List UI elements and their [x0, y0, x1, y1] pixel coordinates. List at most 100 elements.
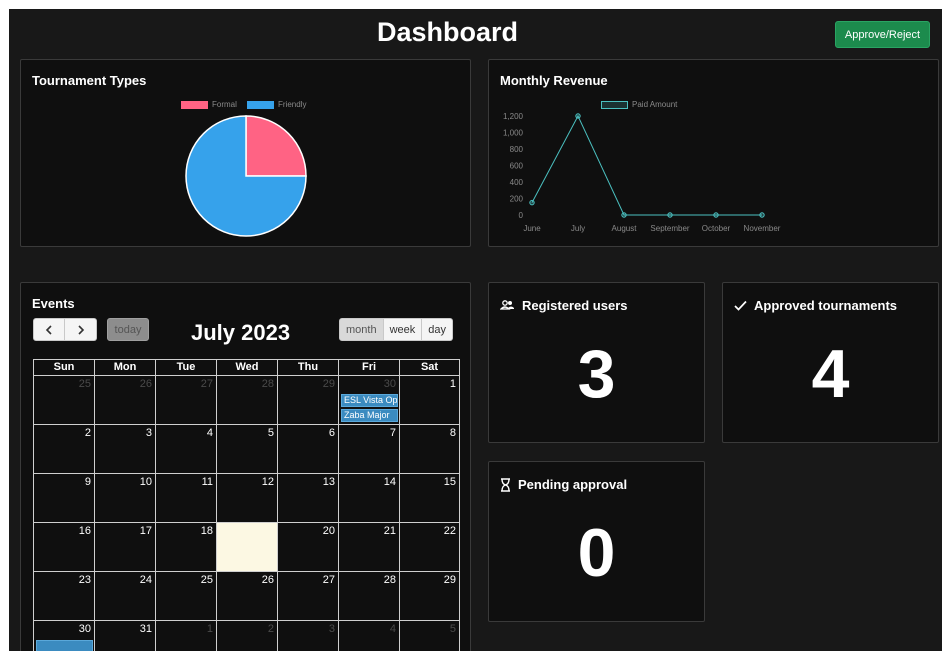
calendar-month-title: July 2023 [191, 320, 291, 345]
data-point[interactable] [759, 212, 765, 218]
calendar-day[interactable]: 7 [338, 425, 399, 474]
calendar-day[interactable]: 18 [155, 523, 216, 572]
calendar-day[interactable]: 27 [155, 376, 216, 425]
calendar-day[interactable]: 12 [216, 474, 277, 523]
day-number: 14 [383, 476, 396, 488]
calendar-day[interactable]: 3 [94, 425, 155, 474]
prev-month-button[interactable] [33, 318, 65, 341]
pending-approval-value: 0 [577, 515, 616, 591]
calendar-day[interactable]: 26 [94, 376, 155, 425]
approve-reject-button[interactable]: Approve/Reject [835, 21, 930, 48]
calendar-day[interactable]: 28 [338, 572, 399, 621]
calendar-week-row: 9 10 11 12 13 14 15 [33, 474, 460, 523]
calendar-day[interactable]: 31 [94, 621, 155, 651]
calendar-day[interactable]: 5 [216, 425, 277, 474]
weekday-header: Tue [155, 359, 216, 376]
weekday-header: Mon [94, 359, 155, 376]
tournament-types-pie [185, 115, 307, 237]
approved-tournaments-label: Approved tournaments [754, 298, 898, 313]
day-number: 2 [267, 623, 274, 635]
day-number: 1 [206, 623, 213, 635]
calendar-day[interactable]: 25 [33, 376, 94, 425]
calendar-day[interactable]: 27 [277, 572, 338, 621]
pending-approval-label: Pending approval [518, 477, 628, 492]
check-icon [734, 300, 747, 311]
data-point[interactable] [667, 212, 673, 218]
calendar-day[interactable]: 5 [399, 621, 460, 651]
day-number: 3 [145, 427, 152, 439]
calendar-day[interactable]: 22 [399, 523, 460, 572]
y-tick-label: 200 [510, 195, 524, 204]
calendar-day[interactable]: 25 [155, 572, 216, 621]
day-number: 5 [449, 623, 456, 635]
calendar-day[interactable]: 4 [155, 425, 216, 474]
calendar-day[interactable]: 11 [155, 474, 216, 523]
calendar-day[interactable]: 21 [338, 523, 399, 572]
pending-approval-heading: Pending approval [500, 477, 627, 492]
y-tick-label: 1,000 [503, 129, 524, 138]
page-title: Dashboard [376, 17, 519, 47]
calendar-day-today[interactable]: 19 [216, 523, 277, 572]
day-number: 23 [78, 574, 91, 586]
calendar-day[interactable]: 17 [94, 523, 155, 572]
calendar-day[interactable]: 30 [33, 621, 94, 651]
day-number: 1 [449, 378, 456, 390]
calendar-day[interactable]: 29 [277, 376, 338, 425]
view-month-button[interactable]: month [339, 318, 384, 341]
calendar-event-partial[interactable] [36, 640, 93, 651]
weekday-header: Sun [33, 359, 94, 376]
day-number: 12 [261, 476, 274, 488]
y-tick-label: 1,200 [503, 112, 524, 121]
day-number: 25 [200, 574, 213, 586]
next-month-button[interactable] [65, 318, 97, 341]
series-line-paid-amount [531, 114, 762, 216]
calendar-day[interactable]: 15 [399, 474, 460, 523]
calendar-day[interactable]: 20 [277, 523, 338, 572]
data-point[interactable] [575, 113, 581, 119]
calendar-day[interactable]: 10 [94, 474, 155, 523]
calendar-day[interactable]: 3 [277, 621, 338, 651]
day-number: 30 [383, 378, 396, 390]
calendar-day[interactable]: 28 [216, 376, 277, 425]
calendar-body: 25 26 27 28 29 30 ESL Vista Op Zaba Major 1 2 3 4 5 6… [33, 376, 460, 651]
view-week-button[interactable]: week [383, 318, 423, 341]
calendar-day[interactable]: 2 [33, 425, 94, 474]
calendar-day[interactable]: 23 [33, 572, 94, 621]
calendar-event[interactable]: ESL Vista Op [341, 394, 398, 407]
monthly-revenue-line-chart: 1,200 1,000 800 600 400 200 0 June July August Sep… [503, 112, 781, 233]
day-number: 28 [383, 574, 396, 586]
calendar-day[interactable]: 6 [277, 425, 338, 474]
data-point[interactable] [621, 212, 627, 218]
view-day-button[interactable]: day [422, 318, 454, 341]
calendar-event[interactable]: Zaba Major [341, 409, 398, 422]
calendar-day[interactable]: 30 ESL Vista Op Zaba Major [338, 376, 399, 425]
day-number: 21 [383, 525, 396, 537]
events-title: Events [32, 296, 75, 311]
calendar-day[interactable]: 2 [216, 621, 277, 651]
data-point[interactable] [529, 199, 535, 206]
day-number: 2 [84, 427, 91, 439]
x-tick-label: October [702, 224, 731, 233]
calendar-day[interactable]: 14 [338, 474, 399, 523]
calendar-day[interactable]: 1 [399, 376, 460, 425]
calendar-day[interactable]: 9 [33, 474, 94, 523]
calendar-day[interactable]: 4 [338, 621, 399, 651]
day-number: 18 [200, 525, 213, 537]
y-tick-label: 800 [510, 145, 524, 154]
calendar-week-row: 25 26 27 28 29 30 ESL Vista Op Zaba Major 1 [33, 376, 460, 425]
events-card: Events today July 2023 month week day Su… [20, 282, 471, 651]
day-number: 7 [389, 427, 396, 439]
calendar-day[interactable]: 26 [216, 572, 277, 621]
calendar-day[interactable]: 24 [94, 572, 155, 621]
day-number: 30 [78, 623, 91, 635]
pie-slice-formal[interactable] [245, 115, 307, 177]
today-button[interactable]: today [107, 318, 149, 341]
day-number: 28 [261, 378, 274, 390]
calendar-day[interactable]: 13 [277, 474, 338, 523]
calendar-day[interactable]: 16 [33, 523, 94, 572]
data-point[interactable] [713, 212, 719, 218]
calendar-day[interactable]: 29 [399, 572, 460, 621]
calendar-day[interactable]: 1 [155, 621, 216, 651]
day-number: 22 [443, 525, 456, 537]
calendar-day[interactable]: 8 [399, 425, 460, 474]
